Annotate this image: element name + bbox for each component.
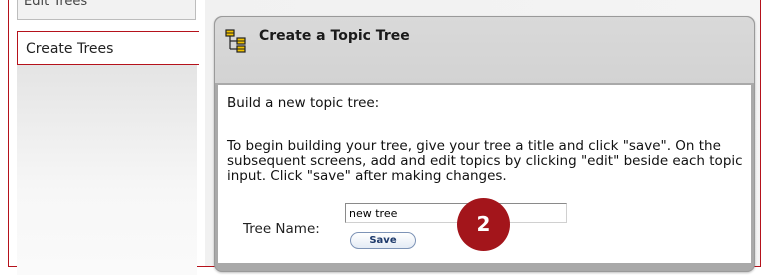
tree-name-label: Tree Name: [243, 221, 320, 237]
tree-name-input[interactable] [345, 203, 567, 223]
save-button[interactable]: Save [350, 232, 416, 249]
sidebar-item-label: Edit Trees [24, 0, 88, 9]
sidebar-item-create-trees[interactable]: Create Trees [17, 31, 199, 65]
sidebar-item-edit-trees[interactable]: Edit Trees [17, 0, 196, 20]
instructions-text: To begin building your tree, give your t… [227, 138, 743, 184]
intro-text: Build a new topic tree: [227, 95, 380, 111]
tree-structure-icon [225, 29, 246, 53]
sidebar-background [17, 65, 197, 275]
panel-title: Create a Topic Tree [259, 28, 410, 44]
sidebar-item-label: Create Trees [26, 41, 114, 57]
sidebar: Edit Trees Create Trees [17, 0, 199, 275]
panel-header: Create a Topic Tree [215, 17, 754, 83]
step-number-badge: 2 [457, 198, 510, 251]
